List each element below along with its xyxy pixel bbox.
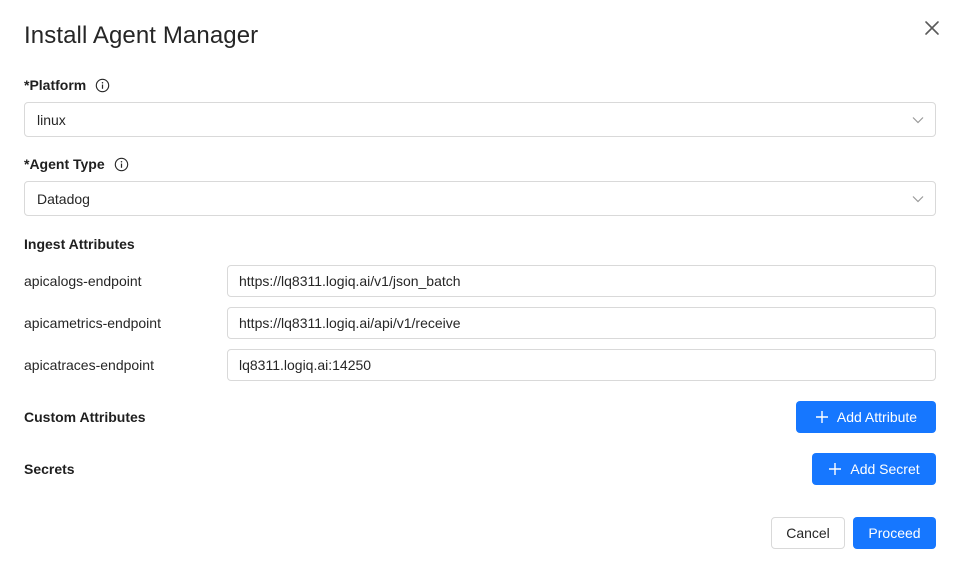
- apicatraces-endpoint-input[interactable]: [227, 349, 936, 381]
- apicametrics-endpoint-input[interactable]: [227, 307, 936, 339]
- agent-type-select[interactable]: Datadog: [24, 181, 936, 216]
- add-attribute-button[interactable]: Add Attribute: [796, 401, 936, 433]
- custom-attributes-title: Custom Attributes: [24, 409, 146, 425]
- agent-type-label-text: *Agent Type: [24, 156, 105, 172]
- ingest-attribute-name: apicametrics-endpoint: [24, 315, 161, 331]
- ingest-attribute-name: apicatraces-endpoint: [24, 357, 154, 373]
- platform-label-text: *Platform: [24, 77, 87, 93]
- add-attribute-label: Add Attribute: [836, 409, 918, 425]
- agent-type-select-value: Datadog: [37, 190, 90, 207]
- ingest-attribute-name: apicalogs-endpoint: [24, 273, 142, 289]
- platform-select-value: linux: [37, 111, 66, 128]
- cancel-button[interactable]: Cancel: [771, 517, 845, 549]
- add-secret-label: Add Secret: [850, 461, 920, 477]
- chevron-down-icon: [912, 114, 924, 126]
- proceed-button[interactable]: Proceed: [853, 517, 936, 549]
- add-secret-button[interactable]: Add Secret: [812, 453, 936, 485]
- info-icon[interactable]: [114, 157, 129, 172]
- close-icon[interactable]: [921, 17, 943, 39]
- platform-label: *Platform: [24, 77, 110, 93]
- plus-icon: [828, 462, 842, 476]
- chevron-down-icon: [912, 193, 924, 205]
- dialog-title: Install Agent Manager: [24, 22, 259, 49]
- info-icon[interactable]: [95, 78, 110, 93]
- agent-type-label: *Agent Type: [24, 156, 129, 172]
- apicalogs-endpoint-input[interactable]: [227, 265, 936, 297]
- platform-select[interactable]: linux: [24, 102, 936, 137]
- ingest-attributes-title: Ingest Attributes: [24, 236, 135, 252]
- plus-icon: [815, 410, 829, 424]
- secrets-title: Secrets: [24, 461, 75, 477]
- install-agent-manager-dialog: Install Agent Manager *Platform linux *A…: [0, 0, 960, 569]
